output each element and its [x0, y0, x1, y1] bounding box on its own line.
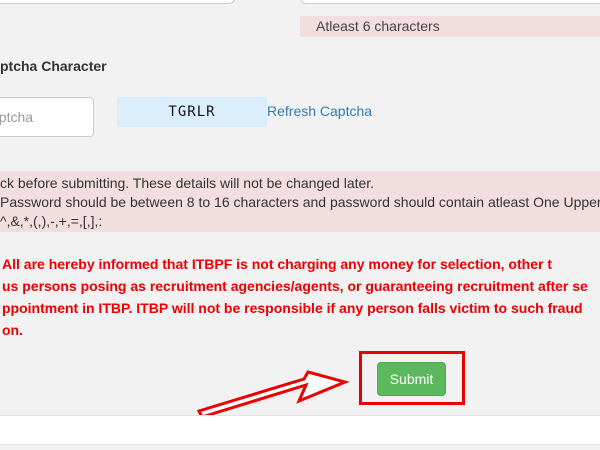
footer-bar: [0, 415, 600, 445]
pointer-arrow-icon: [196, 370, 350, 419]
submit-button[interactable]: Submit: [377, 362, 446, 396]
registration-form-page: Atleast 6 characters ptcha Character TGR…: [0, 0, 600, 450]
